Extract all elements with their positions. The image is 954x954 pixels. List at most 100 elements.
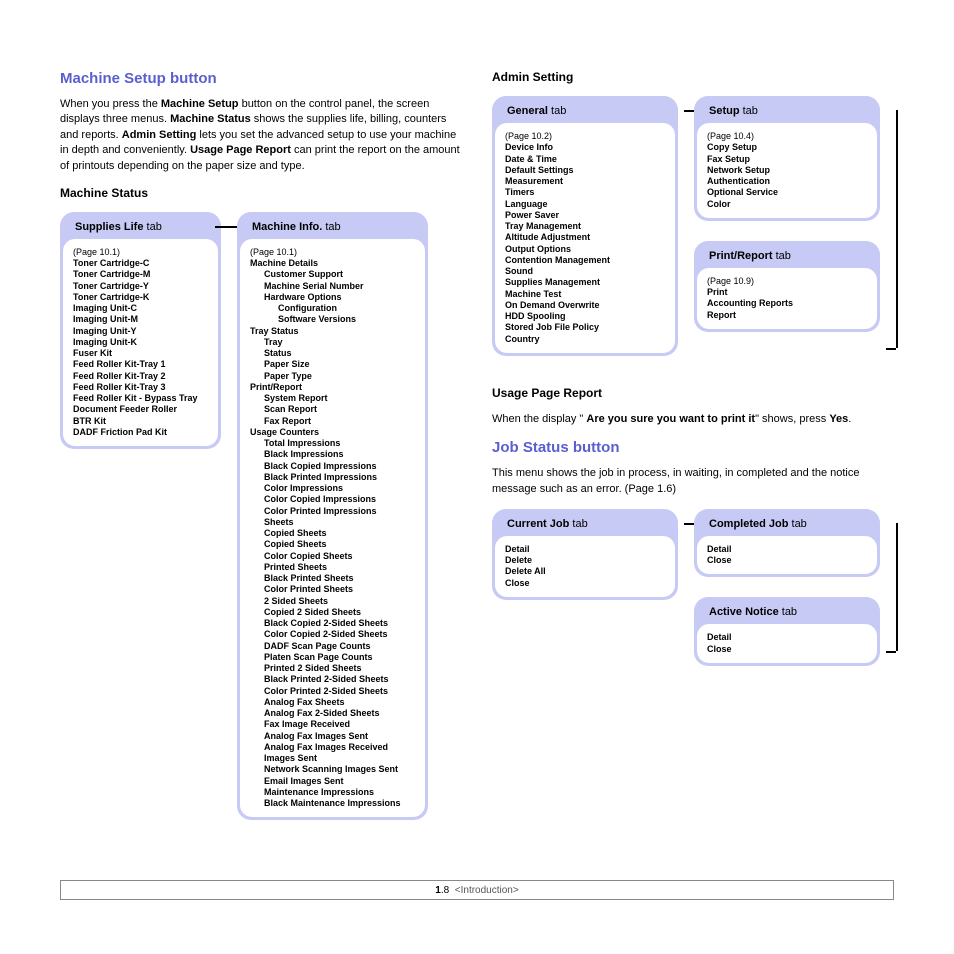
usage-paragraph: When the display " Are you sure you want… — [492, 412, 894, 427]
box-body: DetailClose — [697, 536, 877, 575]
box-header: Supplies Life tab — [63, 215, 218, 239]
list-item: Color Printed Impressions — [250, 506, 415, 517]
list-item: Customer Support — [250, 269, 415, 280]
box-body: (Page 10.1) Machine Details Customer Sup… — [240, 239, 425, 818]
list-item: Analog Fax Sheets — [250, 697, 415, 708]
tab-suffix: tab — [143, 221, 161, 233]
box-body: (Page 10.4) Copy SetupFax SetupNetwork S… — [697, 123, 877, 218]
list-item: Fax Report — [250, 416, 415, 427]
list-item: Toner Cartridge-M — [73, 269, 208, 280]
page-ref: (Page 10.1) — [250, 247, 415, 258]
tab-suffix: tab — [548, 105, 566, 117]
list-item: Color Copied Sheets — [250, 551, 415, 562]
list-item: Analog Fax 2-Sided Sheets — [250, 708, 415, 719]
box-header: Print/Report tab — [697, 244, 877, 268]
list-item: Fuser Kit — [73, 348, 208, 359]
text-bold: Machine Setup — [161, 98, 239, 110]
list-item: On Demand Overwrite — [505, 300, 665, 311]
list-item: Power Saver — [505, 210, 665, 221]
page-ref: (Page 10.2) — [505, 131, 665, 142]
list-item: Paper Type — [250, 371, 415, 382]
list-item: Scan Report — [250, 404, 415, 415]
text-bold: Admin Setting — [122, 129, 197, 141]
list-item: Sheets — [250, 517, 415, 528]
tab-title: Setup — [709, 105, 740, 117]
list-item: Delete All — [505, 566, 665, 577]
machine-info-box: Machine Info. tab (Page 10.1) Machine De… — [237, 212, 428, 821]
text-bold: Machine Status — [170, 113, 251, 125]
list-item: Feed Roller Kit-Tray 2 — [73, 371, 208, 382]
item: Machine Details — [250, 258, 415, 269]
list-item: Date & Time — [505, 154, 665, 165]
list-item: Machine Test — [505, 289, 665, 300]
list-item: Black Printed Sheets — [250, 573, 415, 584]
tab-suffix: tab — [788, 518, 806, 530]
job-status-heading: Job Status button — [492, 439, 894, 456]
list-item: Feed Roller Kit-Tray 1 — [73, 359, 208, 370]
list-item: 2 Sided Sheets — [250, 596, 415, 607]
list-item: HDD Spooling — [505, 311, 665, 322]
list-item: Black Copied Impressions — [250, 461, 415, 472]
list-item: Paper Size — [250, 359, 415, 370]
list-item: Color — [707, 199, 867, 210]
list-item: Detail — [707, 632, 867, 643]
list-item: Total Impressions — [250, 438, 415, 449]
tab-title: Current Job — [507, 518, 569, 530]
box-header: Setup tab — [697, 99, 877, 123]
list-item: Country — [505, 334, 665, 345]
list-item: Contention Management — [505, 255, 665, 266]
list-item: Measurement — [505, 176, 665, 187]
setup-tab-box: Setup tab (Page 10.4) Copy SetupFax Setu… — [694, 96, 880, 221]
list-item: Accounting Reports — [707, 298, 867, 309]
list-item: Tray — [250, 337, 415, 348]
list-item: Output Options — [505, 244, 665, 255]
page-ref: (Page 10.9) — [707, 276, 867, 287]
list-item: Default Settings — [505, 165, 665, 176]
list-item: Hardware Options — [250, 292, 415, 303]
list-item: Report — [707, 310, 867, 321]
box-header: Machine Info. tab — [240, 215, 425, 239]
list-item: Copied Sheets — [250, 528, 415, 539]
item: Tray Status — [250, 326, 415, 337]
tab-suffix: tab — [322, 221, 340, 233]
item: Print/Report — [250, 382, 415, 393]
page-ref: (Page 10.4) — [707, 131, 867, 142]
list-item: Printed Sheets — [250, 562, 415, 573]
text: When you press the — [60, 98, 161, 110]
item: Usage Counters — [250, 427, 415, 438]
page-ref: (Page 10.1) — [73, 247, 208, 258]
list-item: Maintenance Impressions — [250, 787, 415, 798]
list-item: Color Copied 2-Sided Sheets — [250, 629, 415, 640]
machine-setup-heading: Machine Setup button — [60, 70, 462, 87]
list-item: Machine Serial Number — [250, 281, 415, 292]
text: When the display " — [492, 413, 586, 425]
list-item: Copied Sheets — [250, 539, 415, 550]
box-header: Active Notice tab — [697, 600, 877, 624]
list-item: Black Copied 2-Sided Sheets — [250, 618, 415, 629]
box-header: Completed Job tab — [697, 512, 877, 536]
box-body: (Page 10.9) PrintAccounting ReportsRepor… — [697, 268, 877, 329]
list-item: Copied 2 Sided Sheets — [250, 607, 415, 618]
list-item: Optional Service — [707, 187, 867, 198]
current-job-box: Current Job tab DetailDeleteDelete AllCl… — [492, 509, 678, 600]
tab-title: Completed Job — [709, 518, 788, 530]
list-item: Language — [505, 199, 665, 210]
list-item: Email Images Sent — [250, 776, 415, 787]
tab-title: Machine Info. — [252, 221, 322, 233]
supplies-life-box: Supplies Life tab (Page 10.1) Toner Cart… — [60, 212, 221, 449]
admin-setting-heading: Admin Setting — [492, 70, 894, 84]
list-item: Black Printed 2-Sided Sheets — [250, 674, 415, 685]
box-body: DetailDeleteDelete AllClose — [495, 536, 675, 597]
list-item: Imaging Unit-M — [73, 314, 208, 325]
text: . — [848, 413, 851, 425]
completed-job-box: Completed Job tab DetailClose — [694, 509, 880, 578]
page-num: .8 — [441, 885, 449, 896]
list-item: Tray Management — [505, 221, 665, 232]
box-body: (Page 10.2) Device InfoDate & TimeDefaul… — [495, 123, 675, 353]
usage-page-report-heading: Usage Page Report — [492, 386, 894, 400]
list-item: Network Setup — [707, 165, 867, 176]
footer-section: <Introduction> — [455, 885, 519, 896]
list-item: Print — [707, 287, 867, 298]
list-item: Imaging Unit-C — [73, 303, 208, 314]
list-item: Fax Image Received — [250, 719, 415, 730]
